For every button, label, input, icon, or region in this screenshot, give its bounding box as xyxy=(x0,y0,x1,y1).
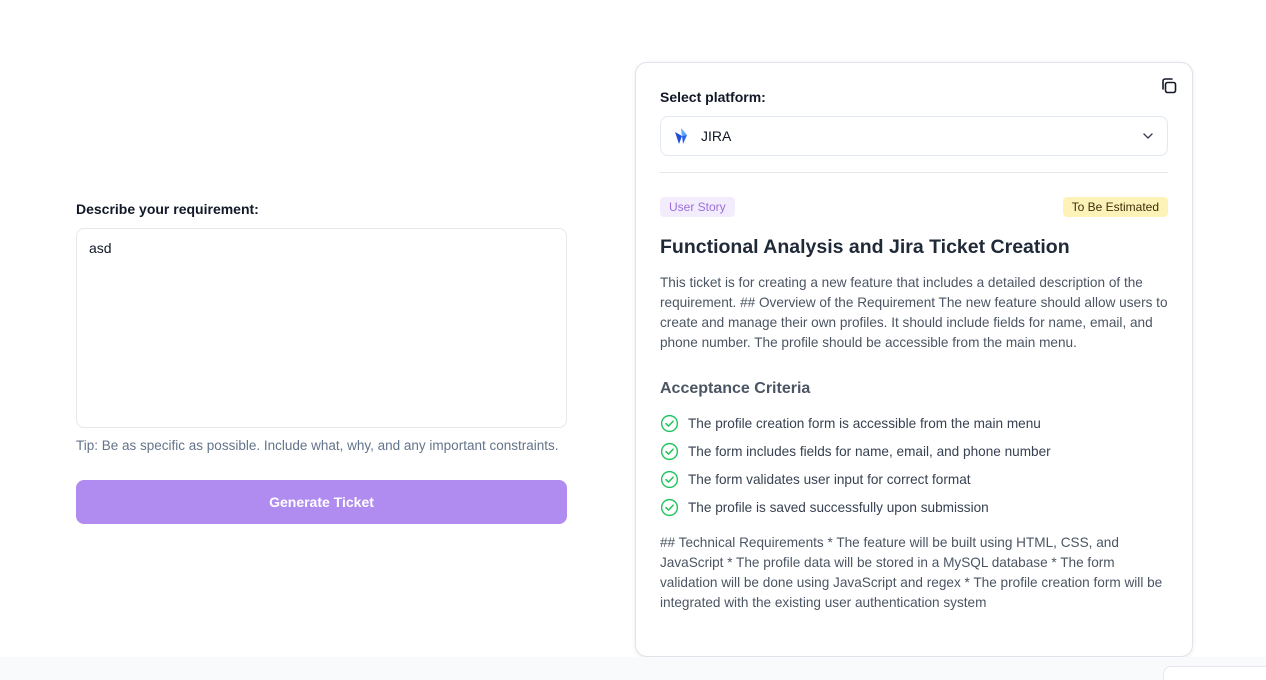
ticket-description: This ticket is for creating a new featur… xyxy=(660,275,1168,350)
check-circle-icon xyxy=(660,442,679,460)
chevron-down-icon xyxy=(1143,133,1153,139)
jira-icon xyxy=(675,128,687,144)
generate-ticket-button[interactable]: Generate Ticket xyxy=(76,480,567,524)
ticket-type-badge: User Story xyxy=(660,197,735,217)
acceptance-criterion: The profile creation form is accessible … xyxy=(660,413,1168,433)
ticket-content: Select platform: JIRA User Story To Be E… xyxy=(660,89,1168,613)
platform-label: Select platform: xyxy=(660,89,766,105)
requirement-tip: Tip: Be as specific as possible. Include… xyxy=(76,438,559,453)
ticket-title: Functional Analysis and Jira Ticket Crea… xyxy=(660,236,1070,258)
page: Describe your requirement: asd Tip: Be a… xyxy=(0,0,1266,680)
platform-select[interactable]: JIRA xyxy=(660,116,1168,156)
requirement-form: Describe your requirement: asd Tip: Be a… xyxy=(76,201,567,524)
requirement-input[interactable]: asd xyxy=(76,228,567,428)
acceptance-criteria-list: The profile creation form is accessible … xyxy=(660,413,1168,517)
ticket-badges: User Story To Be Estimated xyxy=(660,197,1168,217)
check-circle-icon xyxy=(660,414,679,432)
acceptance-criterion-text: The form includes fields for name, email… xyxy=(688,443,1051,459)
ticket-card: Select platform: JIRA User Story To Be E… xyxy=(635,62,1193,657)
acceptance-criterion-text: The profile creation form is accessible … xyxy=(688,415,1041,431)
check-circle-icon xyxy=(660,470,679,488)
acceptance-criteria-heading: Acceptance Criteria xyxy=(660,380,811,397)
acceptance-criterion: The form validates user input for correc… xyxy=(660,469,1168,489)
divider xyxy=(660,172,1168,173)
acceptance-criterion-text: The profile is saved successfully upon s… xyxy=(688,499,989,515)
acceptance-criterion: The form includes fields for name, email… xyxy=(660,441,1168,461)
acceptance-criterion: The profile is saved successfully upon s… xyxy=(660,497,1168,517)
requirement-label: Describe your requirement: xyxy=(76,201,259,217)
platform-value: JIRA xyxy=(701,128,732,144)
corner-widget[interactable] xyxy=(1163,666,1266,680)
check-circle-icon xyxy=(660,498,679,516)
acceptance-criterion-text: The form validates user input for correc… xyxy=(688,471,971,487)
technical-requirements: ## Technical Requirements * The feature … xyxy=(660,535,1163,610)
footer-band xyxy=(0,657,1266,680)
ticket-status-badge: To Be Estimated xyxy=(1062,197,1168,217)
